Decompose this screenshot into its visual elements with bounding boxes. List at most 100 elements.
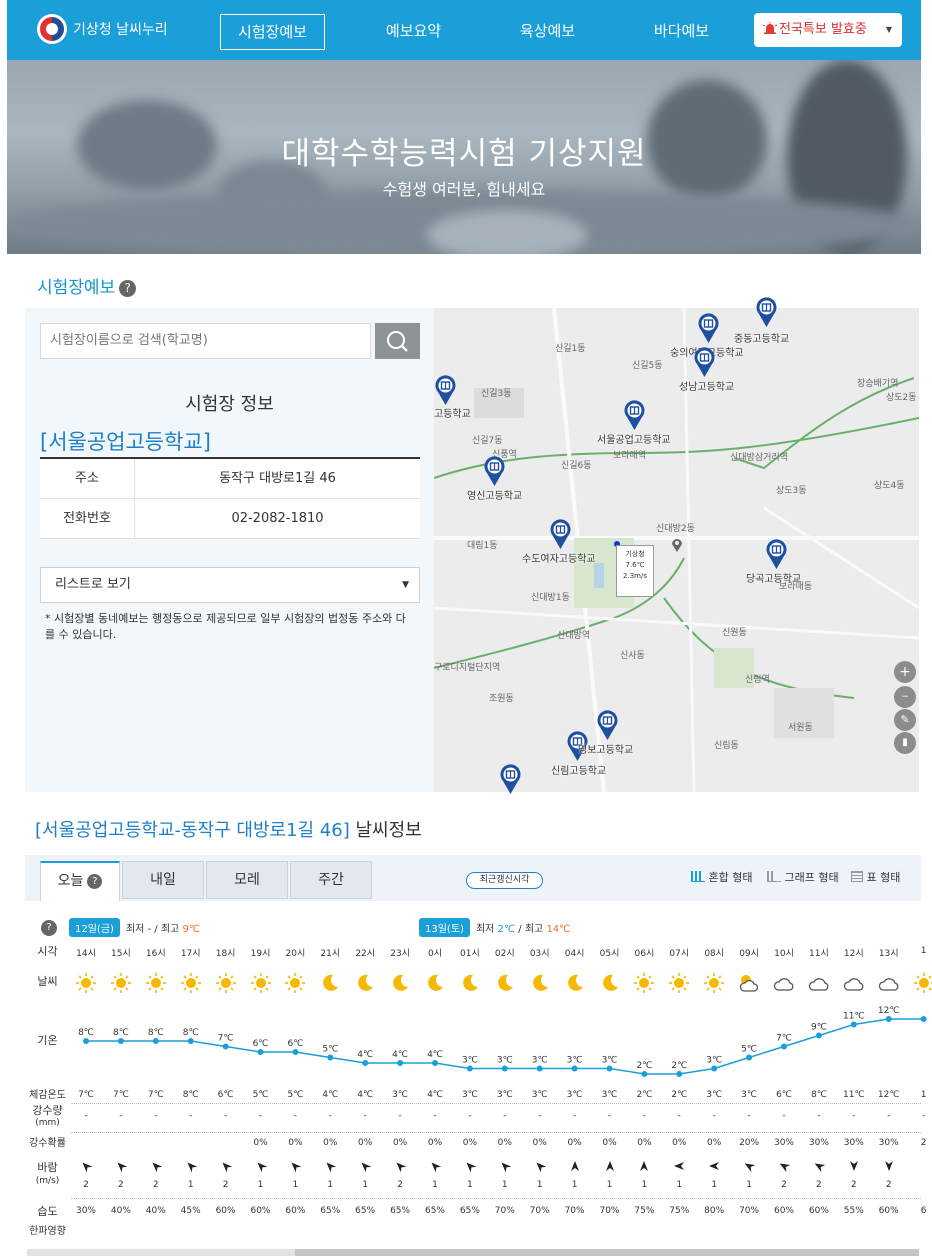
kma-emblem-icon (37, 14, 67, 44)
help-icon[interactable]: ? (119, 279, 137, 297)
tab-today[interactable]: 오늘? (40, 861, 120, 901)
sun-icon (180, 972, 202, 994)
zoom-out-button[interactable]: − (894, 686, 916, 708)
wind-arrow-icon (558, 1160, 592, 1175)
school-pin-icon[interactable] (698, 313, 719, 343)
hour-label: 15시 (111, 949, 131, 959)
school-pin-label: 성남고등학교 (679, 382, 735, 393)
feels-like-value: 6℃ (217, 1090, 234, 1100)
school-pin-label: 중동고등학교 (734, 334, 790, 345)
map-station-label: 구로디지털단지역 (434, 663, 501, 673)
temperature-point (187, 1038, 194, 1044)
view-graph-label: 그래프 형태 (784, 871, 839, 884)
list-view-select[interactable]: 리스트로 보기 ▼ (40, 567, 420, 603)
temperature-point (781, 1043, 787, 1050)
school-pin-icon[interactable] (766, 539, 787, 569)
station-popup[interactable]: 기상청 7.6℃ 2.3m/s (616, 545, 654, 597)
row-label-precip: 강수량 (32, 1104, 63, 1117)
humidity-value: 40% (145, 1206, 166, 1216)
school-pin-icon[interactable] (756, 297, 777, 327)
moon-icon (494, 972, 516, 994)
school-pin-icon[interactable] (500, 764, 521, 794)
wind-arrow-icon (313, 1160, 347, 1175)
precip-value: - (817, 1111, 821, 1121)
zoom-in-button[interactable]: + (894, 661, 916, 683)
temperature-point (571, 1065, 578, 1072)
school-pin-icon[interactable] (597, 710, 618, 740)
wind-speed-value: 1 (327, 1180, 334, 1190)
temperature-label: 3℃ (706, 1056, 722, 1066)
scrollbar-thumb[interactable] (27, 1249, 295, 1256)
map-place-label: 신길6동 (561, 461, 592, 471)
wind-arrow-icon (418, 1160, 452, 1175)
school-pin-label: 영신고등학교 (467, 491, 523, 502)
school-pin-label: 당곡고등학교 (746, 574, 802, 585)
exam-site-map[interactable]: 신길3동 신길7동 신길1동 신길5동 신길6동 대림1동 신대방1동 신대방2… (434, 308, 919, 792)
school-pin-icon[interactable] (624, 400, 645, 430)
wind-speed-value: 2 (781, 1180, 787, 1190)
cloud-icon (878, 972, 900, 994)
tab-weekly[interactable]: 주간 (290, 861, 372, 899)
nav-land-forecast[interactable]: 육상예보 (500, 14, 595, 50)
wind-speed-value: 2 (885, 1180, 892, 1190)
alert-label: 전국특보 발효중 (779, 22, 867, 37)
precip-value: - (572, 1111, 577, 1121)
wind-arrow-icon (697, 1160, 731, 1175)
search-input[interactable]: 시험장이름으로 검색(학교명) (40, 323, 371, 359)
temperature-label: 3℃ (532, 1056, 548, 1066)
nationwide-alert-button[interactable]: 전국특보 발효중 ▼ (754, 13, 902, 47)
school-pin-icon[interactable] (694, 347, 715, 377)
tab-tomorrow[interactable]: 내일 (122, 861, 204, 899)
nav-exam-forecast[interactable]: 시험장예보 (220, 14, 325, 50)
hour-label: 13시 (878, 949, 899, 959)
day2-summary: 13일(토) 최저 2℃ / 최고 14℃ (419, 918, 570, 937)
precip-prob-value: 2 (920, 1138, 927, 1148)
wind-arrow-icon (348, 1160, 382, 1175)
school-pin-icon[interactable] (484, 456, 505, 486)
horizontal-scrollbar[interactable] (27, 1249, 919, 1256)
map-place-label: 신대방1동 (531, 593, 570, 603)
sun-icon (250, 972, 272, 994)
tab-day-after[interactable]: 모레 (206, 861, 288, 899)
view-mixed-button[interactable]: 혼합 형태 (691, 869, 752, 885)
school-pin-icon[interactable] (550, 519, 571, 549)
help-icon[interactable]: ? (41, 920, 57, 936)
map-place-label: 신림동 (714, 741, 739, 751)
help-icon[interactable]: ? (87, 873, 103, 889)
refresh-time-button[interactable]: 최근갱신시각 (466, 872, 543, 889)
hour-label: 1 (920, 946, 927, 956)
hour-label: 12시 (843, 949, 864, 959)
moon-icon (564, 972, 586, 994)
wind-speed-value: 2 (850, 1180, 857, 1190)
temperature-label: 8℃ (113, 1028, 129, 1038)
nav-forecast-summary[interactable]: 예보요약 (366, 14, 461, 50)
nav-sea-forecast[interactable]: 바다예보 (634, 14, 729, 50)
feels-like-value: 3℃ (392, 1090, 409, 1100)
humidity-value: 75% (669, 1206, 690, 1216)
ruler-icon[interactable]: ✎ (894, 709, 916, 731)
day2-min: 2℃ (497, 924, 516, 935)
hour-label: 01시 (460, 949, 480, 959)
precip-value: - (433, 1111, 437, 1121)
site-logo[interactable]: 기상청 날씨누리 (37, 14, 168, 44)
school-name: [서울공업고등학교] (40, 430, 211, 454)
tab-today-label: 오늘 (57, 873, 84, 889)
view-graph-button[interactable]: 그래프 형태 (767, 869, 839, 885)
wind-speed-value: 2 (83, 1180, 89, 1190)
temperature-label: 4℃ (357, 1050, 373, 1060)
row-label-cold-impact: 한파영향 (29, 1226, 66, 1237)
table-view-icon (851, 871, 863, 882)
feels-like-value: 4℃ (427, 1090, 443, 1100)
wind-arrow-icon (593, 1160, 627, 1175)
location-marker-icon (671, 537, 683, 552)
list-view-label: 리스트로 보기 (55, 577, 131, 592)
search-button[interactable] (375, 323, 420, 359)
humidity-value: 45% (180, 1206, 201, 1216)
feels-like-value: 2℃ (636, 1090, 653, 1100)
school-pin-icon[interactable] (435, 375, 456, 405)
view-table-button[interactable]: 표 형태 (851, 869, 900, 885)
humidity-value: 60% (215, 1206, 236, 1216)
precip-value: - (503, 1111, 507, 1121)
row-label-wind-unit: (m/s) (35, 1176, 60, 1186)
map-layer-icon[interactable]: ▮ (894, 732, 916, 754)
